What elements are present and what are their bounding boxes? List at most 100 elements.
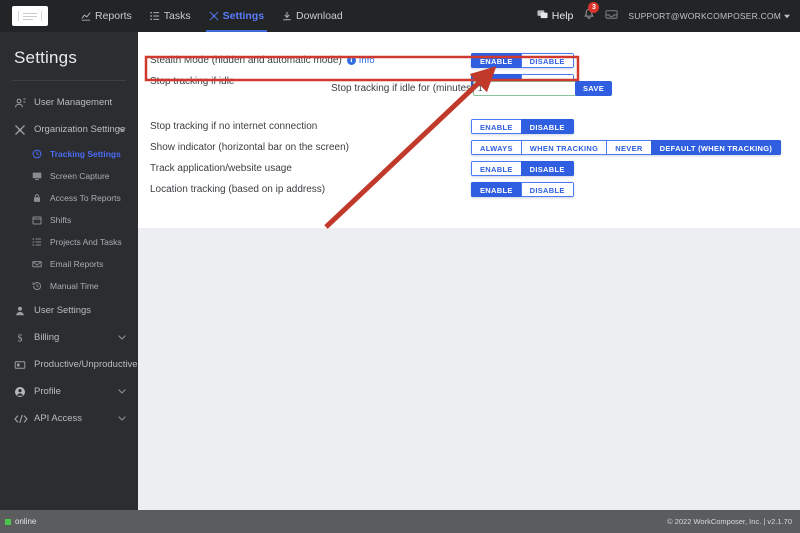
history-icon bbox=[32, 281, 46, 291]
svg-text:$: $ bbox=[18, 333, 23, 343]
show-indicator-toggle-group: ALWAYS WHEN TRACKING NEVER DEFAULT (WHEN… bbox=[471, 140, 782, 155]
location-tracking-disable-button[interactable]: DISABLE bbox=[520, 182, 574, 197]
sidebar-item-tracking-settings[interactable]: Tracking Settings bbox=[0, 143, 138, 165]
sidebar-subitem-label: Access To Reports bbox=[50, 193, 121, 203]
chevron-down-icon bbox=[118, 335, 126, 340]
chevron-down-icon bbox=[118, 389, 126, 394]
nav-tab-reports[interactable]: Reports bbox=[72, 0, 141, 32]
sidebar-item-manual-time[interactable]: Manual Time bbox=[0, 275, 138, 297]
sidebar-item-email-reports[interactable]: Email Reports bbox=[0, 253, 138, 275]
help-button[interactable]: Help bbox=[537, 9, 574, 23]
calendar-icon bbox=[32, 215, 46, 225]
idle-minutes-row: Stop tracking if idle for (minutes) SAVE bbox=[138, 76, 800, 100]
help-label: Help bbox=[551, 10, 574, 22]
sidebar-item-api-access[interactable]: API Access bbox=[0, 405, 138, 432]
sidebar-item-label: Profile bbox=[34, 386, 61, 397]
chevron-down-icon bbox=[118, 127, 126, 132]
location-tracking-toggle-group: ENABLE DISABLE bbox=[471, 182, 574, 197]
settings-rows: Stealth Mode (hidden and automatic mode)… bbox=[138, 32, 800, 197]
sidebar-subitem-label: Tracking Settings bbox=[50, 149, 121, 159]
app-root: Reports Tasks Settings Download Help 3 S… bbox=[0, 0, 800, 533]
location-tracking-enable-button[interactable]: ENABLE bbox=[471, 182, 521, 197]
show-indicator-when-tracking-button[interactable]: WHEN TRACKING bbox=[520, 140, 607, 155]
connection-status-label: online bbox=[15, 517, 37, 526]
sidebar-item-projects-and-tasks[interactable]: Projects And Tasks bbox=[0, 231, 138, 253]
show-indicator-default-button[interactable]: DEFAULT (WHEN TRACKING) bbox=[650, 140, 782, 155]
help-chat-icon bbox=[537, 9, 548, 23]
setting-row-location-tracking: Location tracking (based on ip address) … bbox=[138, 179, 800, 200]
sidebar-item-user-settings[interactable]: User Settings bbox=[0, 297, 138, 324]
setting-row-no-internet: Stop tracking if no internet connection … bbox=[138, 116, 800, 137]
setting-label: Stealth Mode (hidden and automatic mode) bbox=[150, 55, 342, 66]
main-content: Stealth Mode (hidden and automatic mode)… bbox=[138, 32, 800, 510]
nav-tab-label: Download bbox=[296, 10, 343, 22]
sidebar-item-screen-capture[interactable]: Screen Capture bbox=[0, 165, 138, 187]
sidebar-item-label: Billing bbox=[34, 332, 60, 343]
footer-bar: online © 2022 WorkComposer, Inc. | v2.1.… bbox=[0, 510, 800, 533]
nav-tab-tasks[interactable]: Tasks bbox=[141, 0, 200, 32]
connection-status: online bbox=[0, 517, 36, 526]
no-internet-disable-button[interactable]: DISABLE bbox=[520, 119, 574, 134]
sidebar-subitem-label: Shifts bbox=[50, 215, 72, 225]
users-icon bbox=[14, 97, 30, 109]
tools-icon bbox=[14, 124, 30, 136]
setting-row-track-app-usage: Track application/website usage ENABLE D… bbox=[138, 158, 800, 179]
stealth-mode-info-link[interactable]: i Info bbox=[346, 55, 375, 66]
logo-glyph bbox=[15, 9, 45, 23]
nav-right-group: Help 3 SUPPORT@WORKCOMPOSER.COM bbox=[537, 0, 800, 32]
sliders-icon bbox=[209, 11, 219, 21]
sidebar-title: Settings bbox=[14, 48, 78, 67]
sidebar-item-billing[interactable]: $ Billing bbox=[0, 324, 138, 351]
idle-minutes-label: Stop tracking if idle for (minutes) bbox=[331, 82, 475, 94]
stealth-mode-enable-button[interactable]: ENABLE bbox=[471, 53, 521, 68]
notification-badge: 3 bbox=[588, 2, 600, 13]
inbox-button[interactable] bbox=[605, 7, 618, 25]
sidebar-item-productive-unproductive[interactable]: Productive/Unproductive bbox=[0, 351, 138, 378]
track-app-usage-disable-button[interactable]: DISABLE bbox=[520, 161, 574, 176]
nav-tabs: Reports Tasks Settings Download bbox=[72, 0, 352, 32]
tasks-icon bbox=[32, 237, 46, 247]
sidebar-item-label: User Settings bbox=[34, 305, 92, 316]
setting-label: Show indicator (horizontal bar on the sc… bbox=[150, 142, 349, 153]
user-email-label: SUPPORT@WORKCOMPOSER.COM bbox=[628, 11, 781, 21]
chart-line-icon bbox=[81, 11, 91, 21]
user-account-menu[interactable]: SUPPORT@WORKCOMPOSER.COM bbox=[628, 11, 790, 21]
no-internet-toggle-group: ENABLE DISABLE bbox=[471, 119, 574, 134]
sidebar-item-user-management[interactable]: User Management bbox=[0, 89, 138, 116]
dollar-icon: $ bbox=[14, 332, 30, 343]
setting-label: Track application/website usage bbox=[150, 163, 292, 174]
track-app-usage-enable-button[interactable]: ENABLE bbox=[471, 161, 521, 176]
top-navigation-bar: Reports Tasks Settings Download Help 3 S… bbox=[0, 0, 800, 32]
idle-minutes-input[interactable] bbox=[473, 80, 581, 96]
nav-tab-settings[interactable]: Settings bbox=[200, 0, 273, 32]
sidebar-item-label: Productive/Unproductive bbox=[34, 359, 138, 370]
sidebar-item-organization-settings[interactable]: Organization Settings bbox=[0, 116, 138, 143]
sidebar-item-shifts[interactable]: Shifts bbox=[0, 209, 138, 231]
show-indicator-never-button[interactable]: NEVER bbox=[606, 140, 651, 155]
stealth-mode-toggle-group: ENABLE DISABLE bbox=[471, 53, 574, 68]
save-button[interactable]: SAVE bbox=[575, 80, 612, 96]
inbox-icon bbox=[605, 7, 618, 25]
nav-tab-label: Reports bbox=[95, 10, 132, 22]
sidebar-subitem-label: Email Reports bbox=[50, 259, 104, 269]
sidebar-item-label: User Management bbox=[34, 97, 113, 108]
sidebar-divider bbox=[12, 80, 126, 81]
setting-row-show-indicator: Show indicator (horizontal bar on the sc… bbox=[138, 137, 800, 158]
nav-tab-download[interactable]: Download bbox=[273, 0, 352, 32]
show-indicator-always-button[interactable]: ALWAYS bbox=[471, 140, 521, 155]
download-icon bbox=[282, 11, 292, 21]
caret-down-icon bbox=[784, 11, 790, 21]
sidebar-item-label: Organization Settings bbox=[34, 124, 125, 135]
track-app-usage-toggle-group: ENABLE DISABLE bbox=[471, 161, 574, 176]
sidebar-subitem-label: Screen Capture bbox=[50, 171, 110, 181]
lock-icon bbox=[32, 193, 46, 203]
setting-row-stealth-mode: Stealth Mode (hidden and automatic mode)… bbox=[138, 50, 800, 71]
stealth-mode-disable-button[interactable]: DISABLE bbox=[520, 53, 574, 68]
sidebar-item-access-to-reports[interactable]: Access To Reports bbox=[0, 187, 138, 209]
workcomposer-logo[interactable] bbox=[12, 6, 48, 26]
sidebar-item-label: API Access bbox=[34, 413, 83, 424]
notifications-button[interactable]: 3 bbox=[583, 2, 600, 25]
sidebar-item-profile[interactable]: Profile bbox=[0, 378, 138, 405]
setting-label: Stop tracking if no internet connection bbox=[150, 121, 318, 132]
no-internet-enable-button[interactable]: ENABLE bbox=[471, 119, 521, 134]
